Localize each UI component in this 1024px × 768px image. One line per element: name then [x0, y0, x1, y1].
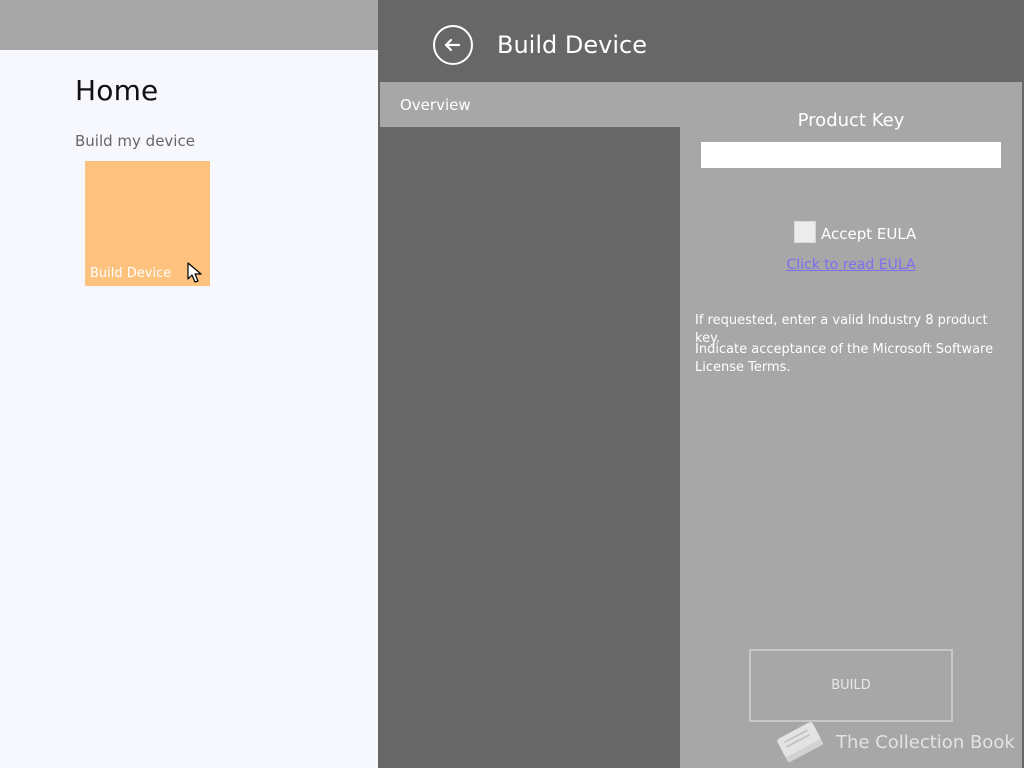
home-top-bar	[0, 0, 378, 50]
accept-eula-label[interactable]: Accept EULA	[821, 225, 916, 243]
section-label: Build my device	[75, 132, 195, 150]
flyout-content: Overview Product Key Accept EULA Click t…	[380, 82, 1022, 768]
flyout-title: Build Device	[497, 31, 647, 59]
mouse-cursor-icon	[187, 262, 202, 283]
read-eula-link[interactable]: Click to read EULA	[680, 257, 1022, 273]
page-title: Home	[75, 74, 159, 107]
back-arrow-icon	[444, 38, 461, 52]
tab-overview[interactable]: Overview	[380, 82, 680, 127]
product-key-label: Product Key	[797, 110, 905, 131]
home-pane: Home Build my device Build Device	[0, 0, 378, 768]
accept-eula-checkbox[interactable]	[794, 221, 816, 243]
build-device-flyout: Build Device Overview Product Key Accept…	[378, 0, 1024, 768]
watermark-text: The Collection Book	[836, 732, 1015, 753]
watermark: The Collection Book	[772, 719, 1015, 765]
build-button[interactable]: BUILD	[749, 649, 953, 722]
product-key-panel: Product Key Accept EULA Click to read EU…	[680, 82, 1022, 768]
book-icon	[777, 722, 824, 763]
product-key-input[interactable]	[701, 142, 1001, 168]
help-text-eula: Indicate acceptance of the Microsoft Sof…	[695, 342, 994, 375]
build-device-tile-label: Build Device	[90, 266, 172, 281]
back-button[interactable]	[433, 25, 473, 65]
